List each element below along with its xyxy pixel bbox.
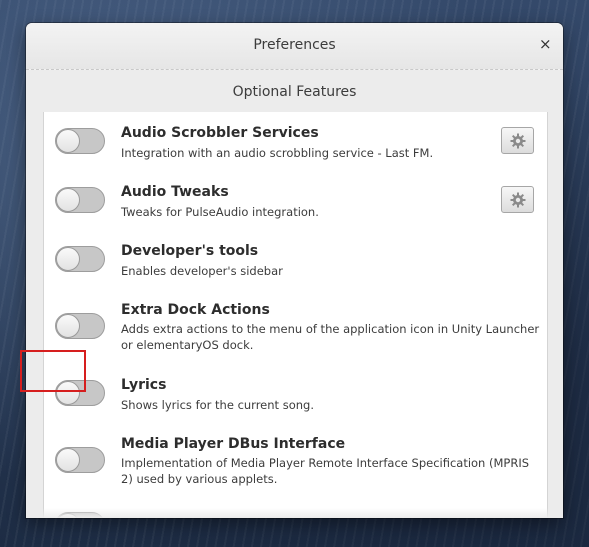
settings-button[interactable] — [501, 186, 534, 213]
toggle-mpris-interface[interactable] — [55, 447, 105, 473]
toggle-knob — [56, 247, 80, 271]
feature-name: Developer's tools — [121, 243, 259, 259]
feature-name: Extra Dock Actions — [121, 302, 270, 318]
feature-name: Lyrics — [121, 377, 167, 393]
feature-name: Media Player DBus Interface — [121, 436, 346, 452]
section-title: Optional Features — [232, 84, 357, 100]
toggle-knob — [56, 381, 80, 405]
close-icon[interactable]: × — [539, 35, 552, 53]
scroll-fade — [26, 508, 563, 518]
feature-description: Adds extra actions to the menu of the ap… — [121, 322, 540, 352]
feature-name: Audio Tweaks — [121, 184, 229, 200]
window-title: Preferences — [253, 37, 336, 53]
preferences-window: Preferences × Optional Features Audio Sc… — [26, 23, 563, 518]
feature-description: Integration with an audio scrobbling ser… — [121, 146, 434, 160]
toggle-lyrics[interactable] — [55, 380, 105, 406]
toggle-extra-dock-actions[interactable] — [55, 313, 105, 339]
toggle-knob — [56, 448, 80, 472]
gear-icon — [510, 192, 525, 207]
feature-description: Tweaks for PulseAudio integration. — [121, 205, 319, 219]
toggle-knob — [56, 314, 80, 338]
toggle-developer-tools[interactable] — [55, 246, 105, 272]
feature-description: Enables developer's sidebar — [121, 264, 283, 278]
toggle-knob — [56, 188, 80, 212]
gear-icon — [510, 133, 525, 148]
toggle-audio-tweaks[interactable] — [55, 187, 105, 213]
toggle-knob — [56, 129, 80, 153]
toggle-audio-scrobbler[interactable] — [55, 128, 105, 154]
titlebar: Preferences × — [26, 23, 563, 70]
feature-description: Shows lyrics for the current song. — [121, 398, 314, 412]
feature-description: Implementation of Media Player Remote In… — [121, 456, 530, 486]
feature-list: Audio Scrobbler Services Integration wit… — [43, 112, 548, 518]
feature-name: Audio Scrobbler Services — [121, 125, 319, 141]
settings-button[interactable] — [501, 127, 534, 154]
